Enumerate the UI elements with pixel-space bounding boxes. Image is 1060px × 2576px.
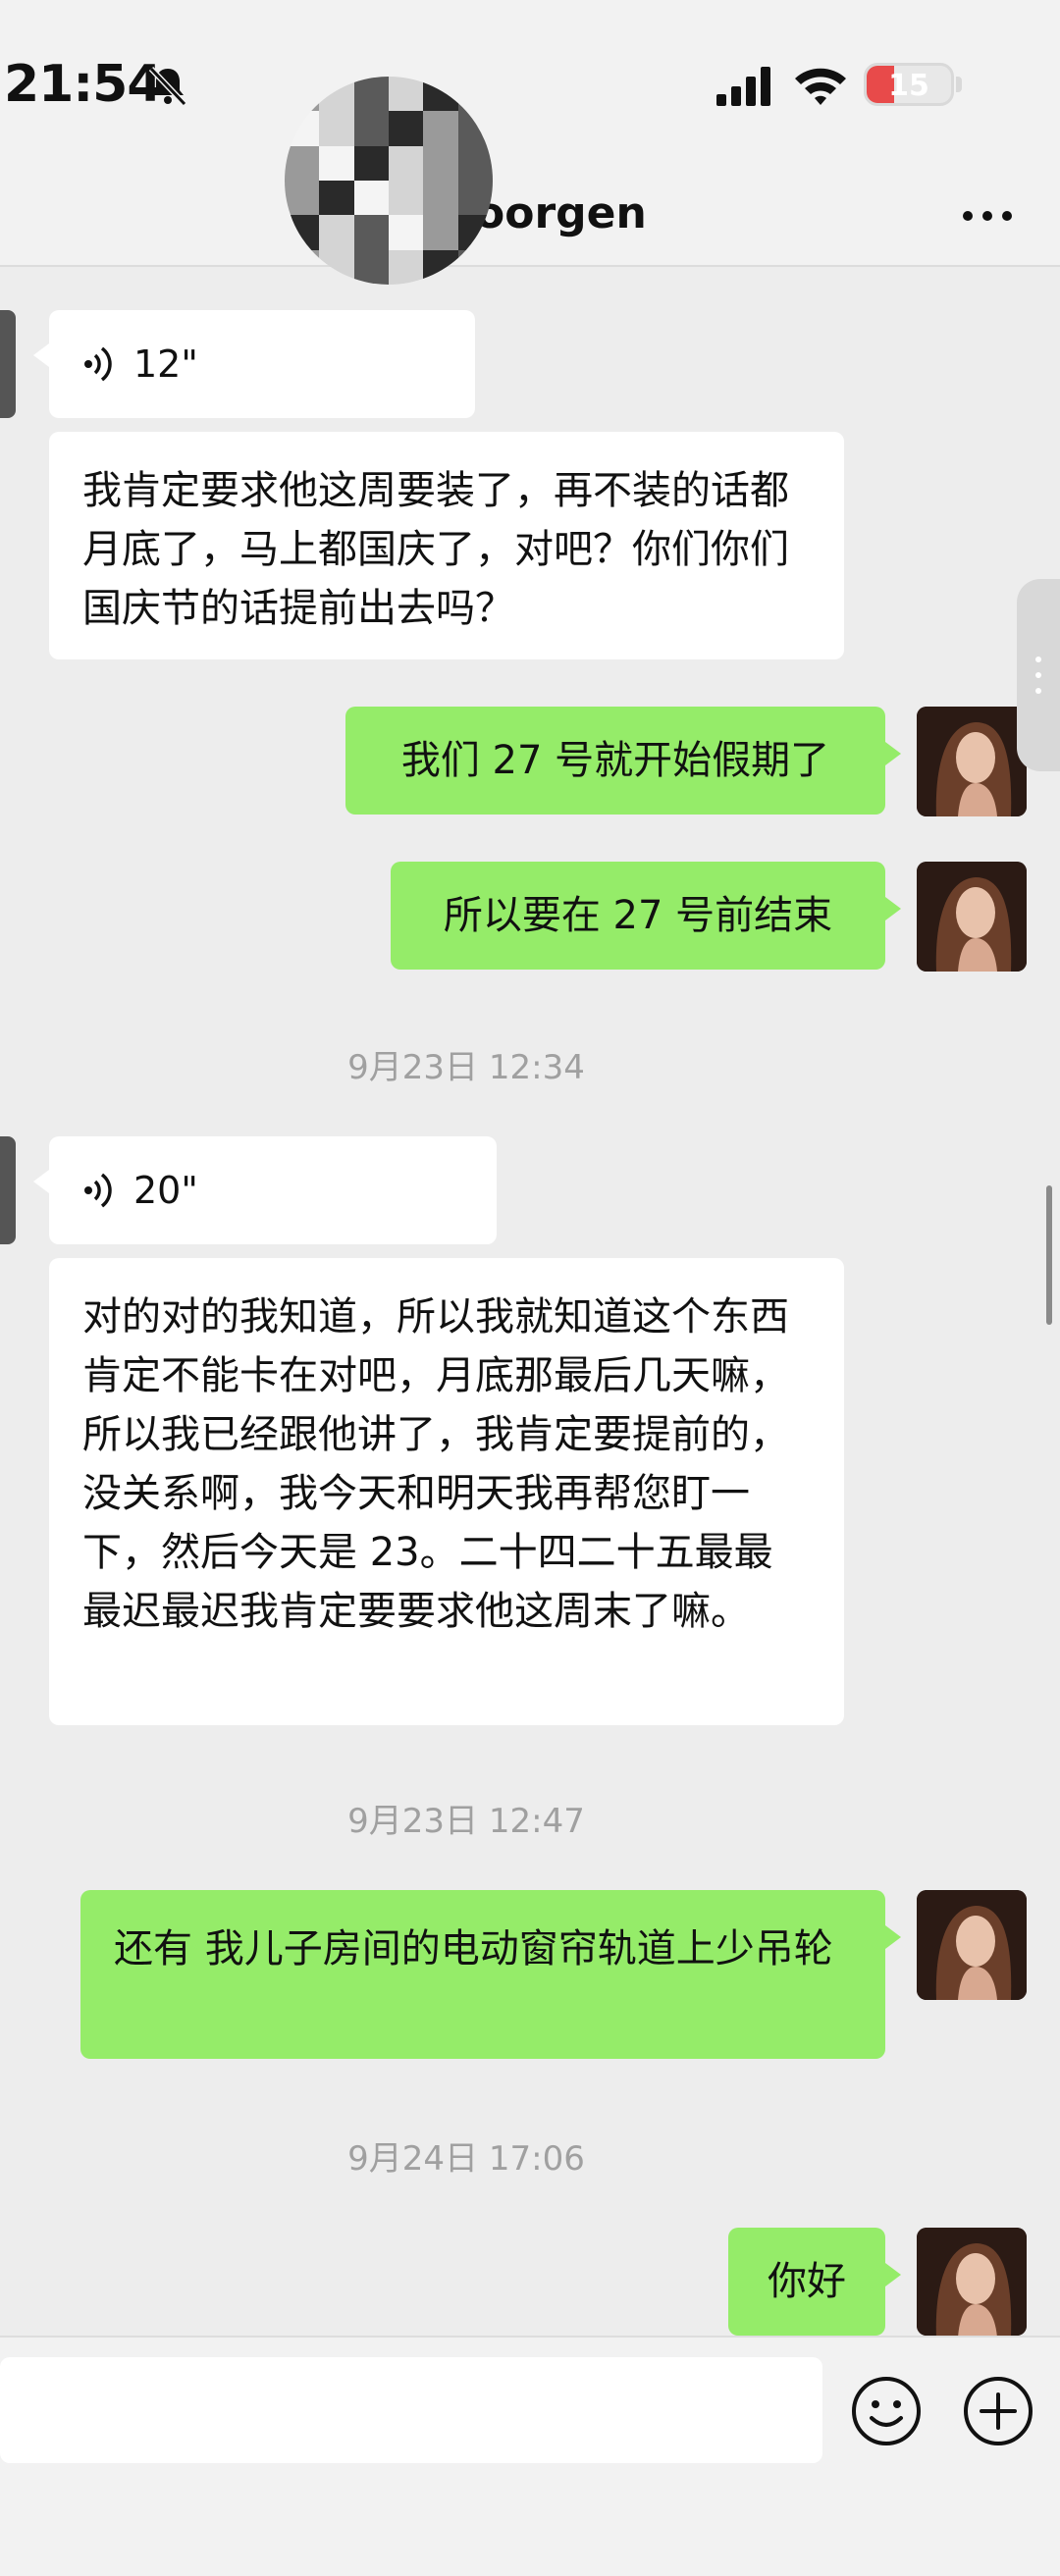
incoming-avatar-edge — [0, 310, 16, 418]
cellular-signal-icon — [716, 67, 770, 106]
wifi-icon — [795, 68, 846, 105]
message-text: 所以要在 27 号前结束 — [443, 893, 833, 938]
incoming-text-bubble[interactable]: 对的对的我知道，所以我就知道这个东西肯定不能卡在对吧，月底那最后几天嘛，所以我已… — [49, 1258, 844, 1725]
battery-indicator: 15 — [864, 63, 954, 106]
voice-wave-icon — [84, 1173, 112, 1208]
battery-percent: 15 — [888, 69, 929, 103]
status-time: 21:54 — [4, 55, 163, 114]
user-avatar[interactable] — [917, 1890, 1027, 2000]
outgoing-text-bubble[interactable]: 我们 27 号就开始假期了 — [345, 707, 901, 815]
incoming-avatar-edge — [0, 1136, 16, 1244]
add-icon[interactable] — [962, 2375, 1034, 2447]
battery-tip — [956, 77, 962, 92]
avatar-portrait-icon — [917, 862, 1027, 972]
status-bar: 21:54 15 — [0, 0, 1060, 167]
message-text: 你好 — [768, 2259, 846, 2304]
outgoing-text-bubble[interactable]: 你好 — [728, 2228, 901, 2336]
message-text: 还有 我儿子房间的电动窗帘轨道上少吊轮 — [114, 1926, 833, 1971]
user-avatar[interactable] — [917, 862, 1027, 972]
timestamp: 9月24日 17:06 — [347, 2139, 585, 2179]
message-input[interactable] — [0, 2357, 822, 2463]
message-text: 我们 27 号就开始假期了 — [400, 738, 830, 783]
side-tab-dots-icon — [1035, 657, 1041, 694]
timestamp: 9月23日 12:47 — [347, 1802, 585, 1841]
voice-duration: 12" — [133, 342, 198, 386]
user-avatar[interactable] — [917, 2228, 1027, 2336]
incoming-text-bubble[interactable]: 我肯定要求他这周要装了，再不装的话都月底了，马上都国庆了，对吧？你们你们国庆节的… — [49, 432, 844, 659]
avatar-portrait-icon — [917, 1890, 1027, 2000]
chat-header: oorgen — [0, 167, 1060, 267]
pixelated-contact-avatar — [285, 77, 493, 285]
input-bar — [0, 2336, 1060, 2576]
avatar-portrait-icon — [917, 2228, 1027, 2336]
more-options-icon[interactable] — [958, 196, 1017, 236]
contact-name[interactable]: oorgen — [475, 188, 647, 238]
user-avatar[interactable] — [917, 707, 1027, 816]
emoji-icon[interactable] — [850, 2375, 923, 2447]
outgoing-text-bubble[interactable]: 还有 我儿子房间的电动窗帘轨道上少吊轮 — [80, 1890, 901, 2059]
message-text: 对的对的我知道，所以我就知道这个东西肯定不能卡在对吧，月底那最后几天嘛，所以我已… — [82, 1294, 789, 1634]
voice-message-bubble[interactable]: 20" — [33, 1136, 497, 1244]
voice-message-bubble[interactable]: 12" — [33, 310, 475, 418]
mute-bell-icon — [148, 66, 187, 107]
voice-duration: 20" — [133, 1169, 198, 1212]
message-text: 我肯定要求他这周要装了，再不装的话都月底了，马上都国庆了，对吧？你们你们国庆节的… — [82, 468, 789, 631]
outgoing-text-bubble[interactable]: 所以要在 27 号前结束 — [391, 862, 901, 970]
avatar-portrait-icon — [917, 707, 1027, 816]
timestamp: 9月23日 12:34 — [347, 1048, 585, 1087]
scrollbar-thumb[interactable] — [1046, 1185, 1052, 1325]
voice-wave-icon — [84, 346, 112, 382]
